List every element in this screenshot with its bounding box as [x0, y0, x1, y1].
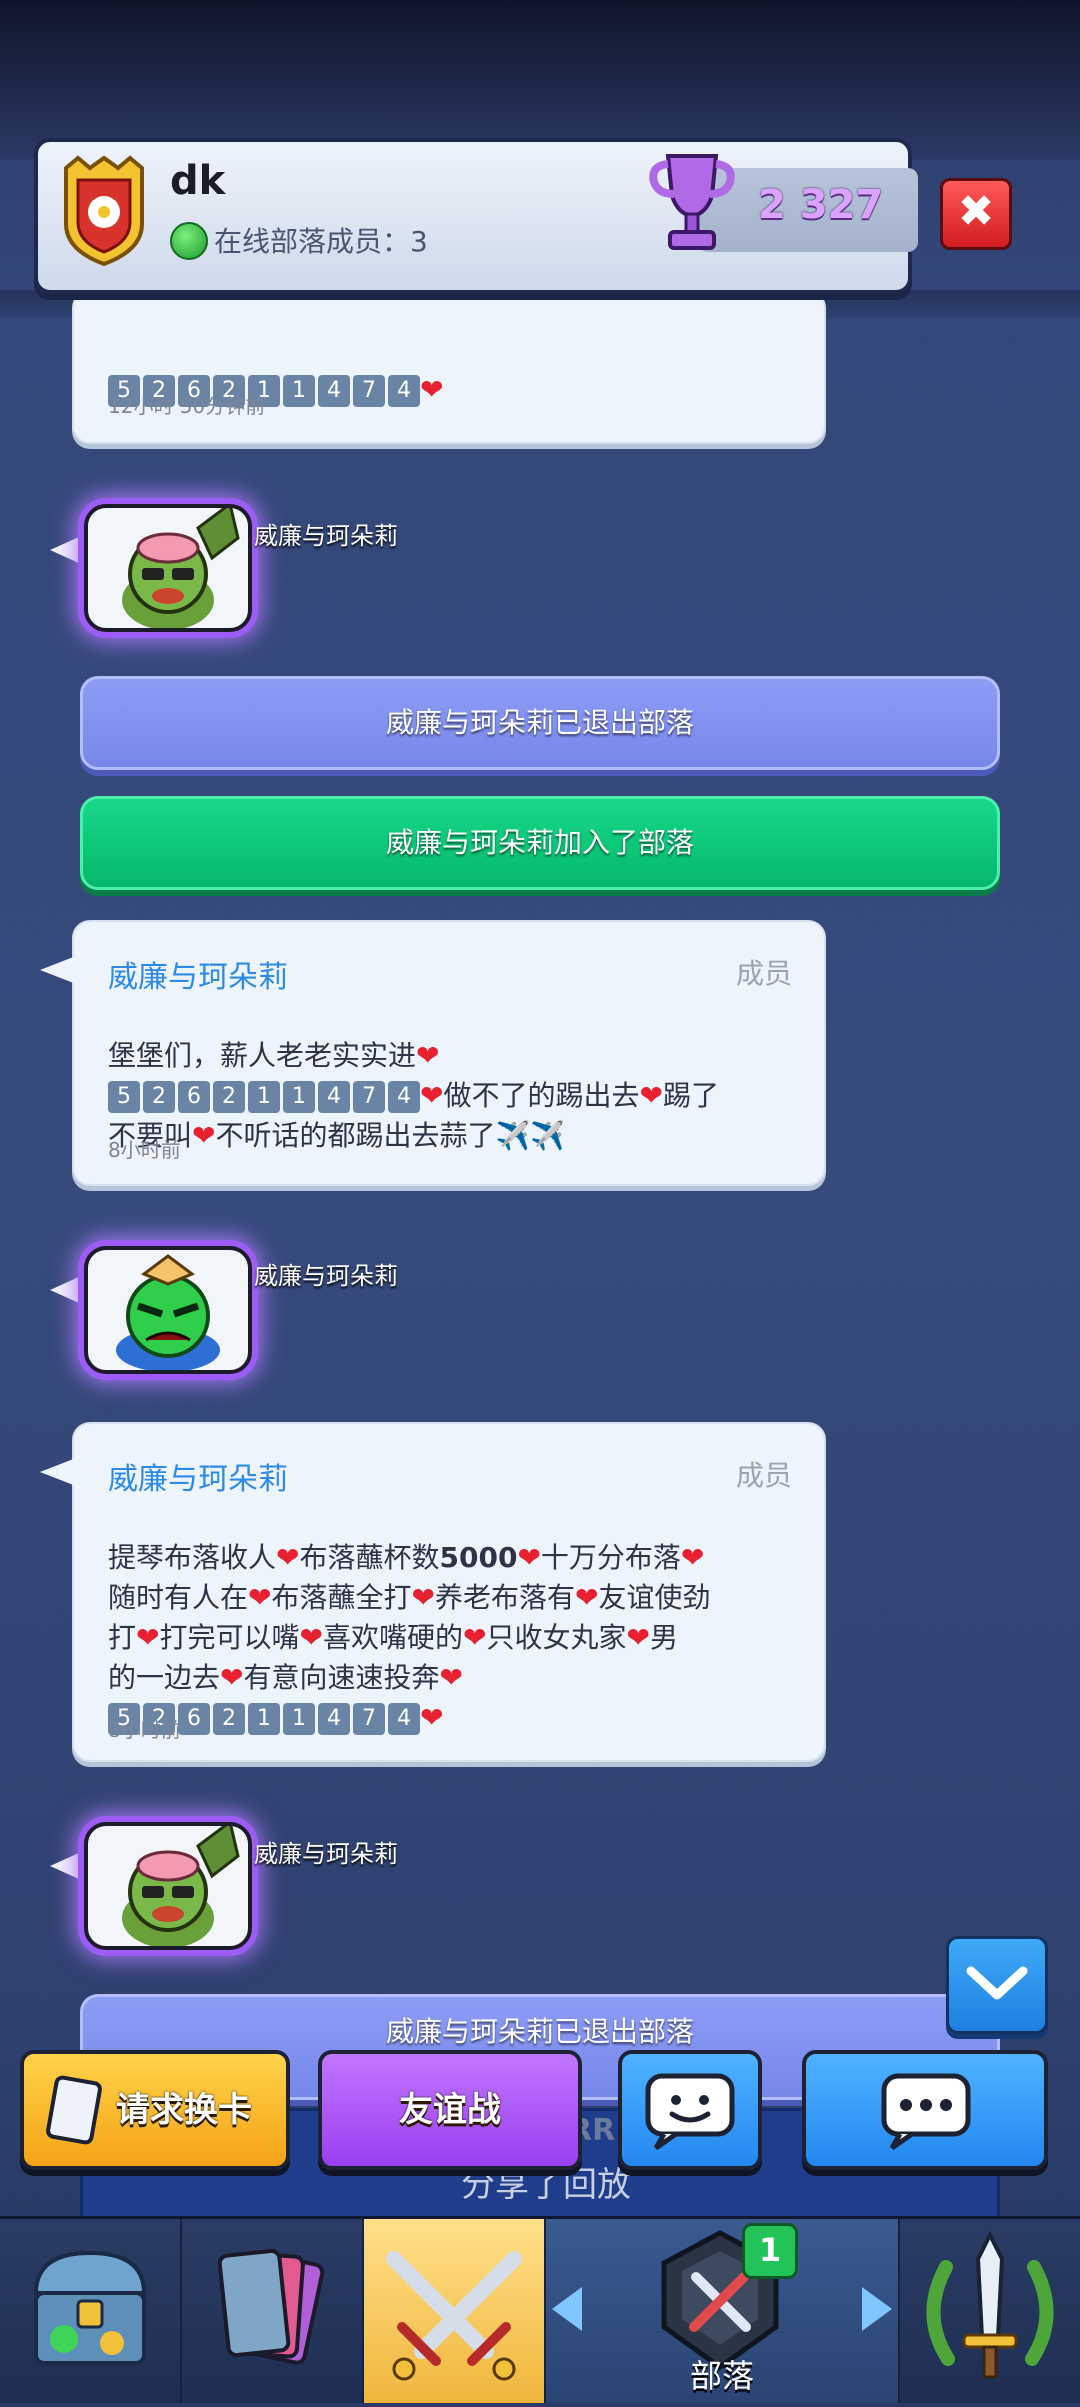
chat-message-partial: 5 2 6 2 1 1 4 7 4 ❤ 12小时 50分钟前 — [72, 290, 826, 444]
heart-icon: ❤ — [420, 373, 444, 406]
bubble-tail — [40, 1458, 76, 1486]
clan-tab-label: 部落 — [689, 2357, 754, 2395]
number-keycap: 4 — [318, 375, 350, 407]
number-keycap: 1 — [283, 1703, 315, 1735]
clan-badge-icon — [64, 155, 144, 266]
heart-icon: ❤ — [420, 1701, 444, 1734]
emote-button[interactable] — [618, 2050, 762, 2170]
number-keycap: 7 — [353, 375, 385, 407]
number-keycap: 4 — [388, 1703, 420, 1735]
message-time: 8小时前 — [108, 1718, 181, 1742]
request-cards-button[interactable]: 请求换卡 — [20, 2050, 290, 2170]
message-author[interactable]: 威廉与珂朵莉 — [108, 952, 288, 996]
goblin-emote-icon — [122, 1819, 240, 1948]
message-time: 8小时前 — [108, 1138, 181, 1162]
number-keycap: 2 — [213, 1703, 245, 1735]
nav-battle-tab[interactable] — [364, 2219, 546, 2403]
treasure-chest-icon — [33, 2250, 147, 2365]
close-button[interactable]: ✖ — [940, 178, 1012, 250]
emote-smile-icon — [645, 2073, 735, 2150]
clan-name: dk — [170, 158, 226, 204]
message-time: 12小时 50分钟前 — [108, 394, 266, 418]
friendly-battle-label: 友谊战 — [399, 2090, 501, 2130]
bottom-navigation: 1 部落 — [0, 2216, 1080, 2403]
emote-goblin-brain — [84, 1819, 252, 1950]
heart-icon: ❤ — [626, 1621, 650, 1654]
online-status-icon — [170, 222, 208, 260]
system-leave-banner: 威廉与珂朵莉已退出部落 — [80, 676, 1000, 770]
number-keycap: 1 — [283, 375, 315, 407]
chat-button[interactable] — [802, 2050, 1048, 2170]
number-keycap: 6 — [178, 1703, 210, 1735]
trophy-icon — [649, 154, 735, 250]
emote-goblin-brain — [84, 501, 252, 632]
arrow-right-icon[interactable] — [862, 2287, 892, 2331]
chat-message: 威廉与珂朵莉 成员 提琴布落收人❤布落蘸杯数5000❤十万分布落❤ 随时有人在❤… — [40, 1422, 826, 1762]
friendly-battle-button[interactable]: 友谊战 — [318, 2050, 582, 2170]
message-text: 男 — [649, 1621, 678, 1654]
chat-bubble-icon — [881, 2073, 971, 2150]
scroll-down-button[interactable] — [946, 1936, 1048, 2034]
nav-clan-tab[interactable]: 1 部落 — [546, 2219, 900, 2403]
request-cards-label: 请求换卡 — [116, 2090, 252, 2130]
trophy-count: 2 327 — [758, 182, 884, 228]
chat-message: 威廉与珂朵莉 成员 堡堡们，薪人老老实实进❤ 5 2 6 2 1 1 4 7 4 ❤做不了的踢出去… — [40, 920, 826, 1186]
heart-icon: ❤ — [462, 1621, 487, 1654]
emote-sender-name: 威廉与珂朵莉 — [254, 1840, 398, 1868]
bubble-tail — [40, 956, 76, 984]
emote-goblin-angry — [84, 1246, 252, 1374]
nav-shop-tab[interactable] — [0, 2219, 182, 2403]
number-keycap: 4 — [318, 1703, 350, 1735]
clan-notification-badge: 1 — [742, 2223, 798, 2279]
message-role: 成员 — [735, 957, 792, 990]
arrow-left-icon[interactable] — [552, 2287, 582, 2331]
heart-icon: ❤ — [639, 1079, 663, 1112]
goblin-emote-icon — [122, 501, 240, 630]
heart-icon: ❤ — [192, 1119, 216, 1152]
chevron-down-icon — [966, 1966, 1028, 2000]
message-role: 成员 — [735, 1459, 792, 1492]
emote-sender-name: 威廉与珂朵莉 — [254, 1262, 398, 1290]
clan-header: dk 在线部落成员：3 2 327 — [34, 138, 918, 294]
laurel-sword-icon — [926, 2230, 1054, 2379]
number-keycap: 1 — [248, 1703, 280, 1735]
system-join-banner: 威廉与珂朵莉加入了部落 — [80, 796, 1000, 890]
nav-cards-tab[interactable] — [182, 2219, 364, 2403]
emote-sender-name: 威廉与珂朵莉 — [254, 522, 398, 550]
number-keycap: 4 — [388, 375, 420, 407]
message-text: 踢了 — [662, 1079, 719, 1112]
cards-icon — [217, 2248, 325, 2365]
online-members-text: 在线部落成员：3 — [214, 225, 428, 258]
message-text: 只收女丸家 — [486, 1621, 627, 1654]
number-keycap: 7 — [353, 1703, 385, 1735]
nav-events-tab[interactable] — [900, 2219, 1080, 2403]
top-status-area — [0, 0, 1080, 160]
angry-goblin-emote-icon — [116, 1254, 220, 1372]
message-author[interactable]: 威廉与珂朵莉 — [108, 1454, 288, 1498]
card-icon — [46, 2075, 102, 2145]
crossed-swords-icon — [386, 2251, 522, 2381]
message-text: 不听话的都踢出去蒜了✈️✈️ — [215, 1119, 566, 1152]
